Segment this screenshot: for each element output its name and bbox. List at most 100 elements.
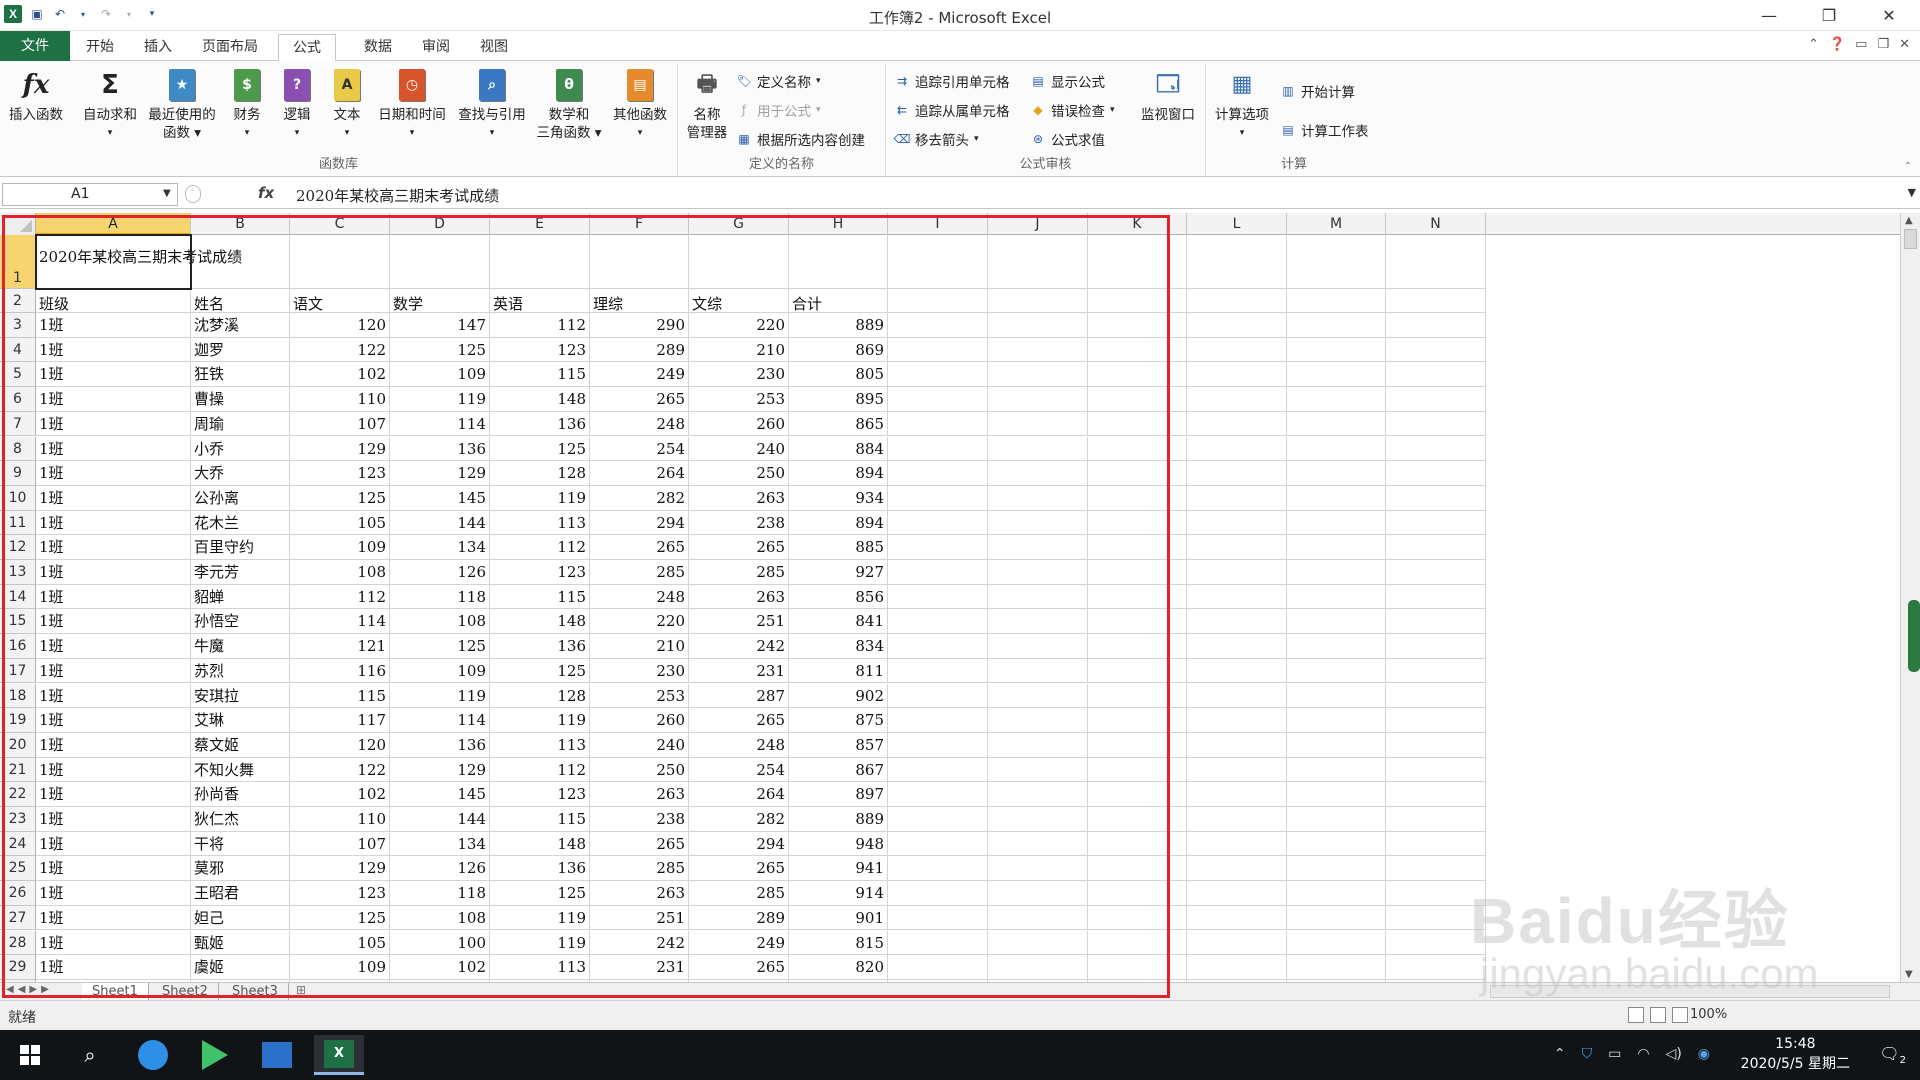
cell-h9[interactable]: 894: [789, 461, 888, 486]
cell-b2[interactable]: 姓名: [191, 289, 290, 313]
cell-c2[interactable]: 语文: [290, 289, 390, 313]
row-header[interactable]: 11: [0, 510, 36, 536]
cell-d13[interactable]: 126: [390, 560, 490, 585]
row-header[interactable]: 27: [0, 905, 36, 931]
cell-k1[interactable]: [1088, 235, 1187, 289]
cell-c23[interactable]: 110: [290, 807, 390, 832]
cell-m29[interactable]: [1287, 955, 1386, 980]
cell-e25[interactable]: 136: [490, 856, 590, 882]
cell-f28[interactable]: 242: [590, 930, 689, 956]
cell-n8[interactable]: [1386, 436, 1486, 462]
cell-i18[interactable]: [888, 683, 988, 709]
cell-b7[interactable]: 周瑜: [191, 411, 290, 437]
cell-m12[interactable]: [1287, 535, 1386, 560]
cell-e22[interactable]: 123: [490, 782, 590, 807]
cell-m2[interactable]: [1287, 289, 1386, 313]
show-formulas-button[interactable]: ▤ 显示公式: [1030, 71, 1105, 91]
cell-d3[interactable]: 147: [390, 313, 490, 338]
cell-i13[interactable]: [888, 560, 988, 585]
battery-icon[interactable]: ▭: [1608, 1046, 1621, 1062]
row-header[interactable]: 24: [0, 831, 36, 857]
cell-c7[interactable]: 107: [290, 411, 390, 437]
cell-g23[interactable]: 282: [689, 807, 789, 832]
trace-dependents-button[interactable]: ⇇ 追踪从属单元格: [894, 100, 1010, 120]
cell-i28[interactable]: [888, 930, 988, 956]
expand-formula-bar-icon[interactable]: ▼: [1908, 186, 1916, 199]
cell-k26[interactable]: [1088, 881, 1187, 906]
column-header-a[interactable]: A: [36, 213, 191, 235]
cell-i15[interactable]: [888, 609, 988, 635]
tab-data[interactable]: 数据: [350, 34, 406, 61]
media-player-icon[interactable]: [190, 1035, 240, 1075]
cell-i12[interactable]: [888, 535, 988, 560]
cell-d28[interactable]: 100: [390, 930, 490, 956]
cell-h19[interactable]: 875: [789, 708, 888, 733]
cell-a29[interactable]: 1班: [36, 955, 191, 980]
tab-home[interactable]: 开始: [72, 34, 128, 61]
cell-k3[interactable]: [1088, 313, 1187, 338]
cell-j5[interactable]: [988, 362, 1088, 388]
cell-f7[interactable]: 248: [590, 411, 689, 437]
cell-b20[interactable]: 蔡文姬: [191, 732, 290, 758]
cell-e8[interactable]: 125: [490, 436, 590, 462]
cell-c12[interactable]: 109: [290, 535, 390, 560]
cell-g26[interactable]: 285: [689, 881, 789, 906]
cell-c18[interactable]: 115: [290, 683, 390, 709]
cell-j23[interactable]: [988, 807, 1088, 832]
cell-l3[interactable]: [1187, 313, 1287, 338]
cell-k6[interactable]: [1088, 387, 1187, 412]
cell-f4[interactable]: 289: [590, 337, 689, 363]
cell-a12[interactable]: 1班: [36, 535, 191, 560]
cell-n11[interactable]: [1386, 510, 1486, 536]
cell-e26[interactable]: 125: [490, 881, 590, 906]
cell-n15[interactable]: [1386, 609, 1486, 635]
cell-m21[interactable]: [1287, 757, 1386, 783]
row-header[interactable]: 6: [0, 387, 36, 412]
cell-c19[interactable]: 117: [290, 708, 390, 733]
cell-m14[interactable]: [1287, 584, 1386, 610]
cell-m22[interactable]: [1287, 782, 1386, 807]
cell-k16[interactable]: [1088, 634, 1187, 659]
cell-g20[interactable]: 248: [689, 732, 789, 758]
evaluate-formula-button[interactable]: ⊛ 公式求值: [1030, 129, 1105, 149]
cell-b22[interactable]: 孙尚香: [191, 782, 290, 807]
cell-k9[interactable]: [1088, 461, 1187, 486]
cell-j20[interactable]: [988, 732, 1088, 758]
cell-l18[interactable]: [1187, 683, 1287, 709]
cell-f17[interactable]: 230: [590, 658, 689, 684]
column-header-m[interactable]: M: [1287, 213, 1386, 235]
column-header-i[interactable]: I: [888, 213, 988, 235]
cell-l7[interactable]: [1187, 411, 1287, 437]
text-functions-button[interactable]: A 文本 ▾: [322, 67, 372, 142]
cell-l20[interactable]: [1187, 732, 1287, 758]
cell-j11[interactable]: [988, 510, 1088, 536]
cell-j13[interactable]: [988, 560, 1088, 585]
cell-a28[interactable]: 1班: [36, 930, 191, 956]
cell-m13[interactable]: [1287, 560, 1386, 585]
cell-b25[interactable]: 莫邪: [191, 856, 290, 882]
cell-e28[interactable]: 119: [490, 930, 590, 956]
cell-k23[interactable]: [1088, 807, 1187, 832]
cell-d1[interactable]: [390, 235, 490, 289]
column-header-g[interactable]: G: [689, 213, 789, 235]
cell-e21[interactable]: 112: [490, 757, 590, 783]
cell-j19[interactable]: [988, 708, 1088, 733]
scroll-down-icon[interactable]: ▼: [1905, 969, 1913, 980]
cell-i4[interactable]: [888, 337, 988, 363]
cell-l23[interactable]: [1187, 807, 1287, 832]
cell-d16[interactable]: 125: [390, 634, 490, 659]
cell-k24[interactable]: [1088, 831, 1187, 857]
cell-j4[interactable]: [988, 337, 1088, 363]
cell-b15[interactable]: 孙悟空: [191, 609, 290, 635]
logical-button[interactable]: ? 逻辑 ▾: [272, 67, 322, 142]
cell-m9[interactable]: [1287, 461, 1386, 486]
cell-g1[interactable]: [689, 235, 789, 289]
cell-n19[interactable]: [1386, 708, 1486, 733]
cell-i9[interactable]: [888, 461, 988, 486]
cell-m5[interactable]: [1287, 362, 1386, 388]
cell-m3[interactable]: [1287, 313, 1386, 338]
cell-k22[interactable]: [1088, 782, 1187, 807]
cell-d25[interactable]: 126: [390, 856, 490, 882]
cell-l17[interactable]: [1187, 658, 1287, 684]
row-header[interactable]: 3: [0, 313, 36, 338]
